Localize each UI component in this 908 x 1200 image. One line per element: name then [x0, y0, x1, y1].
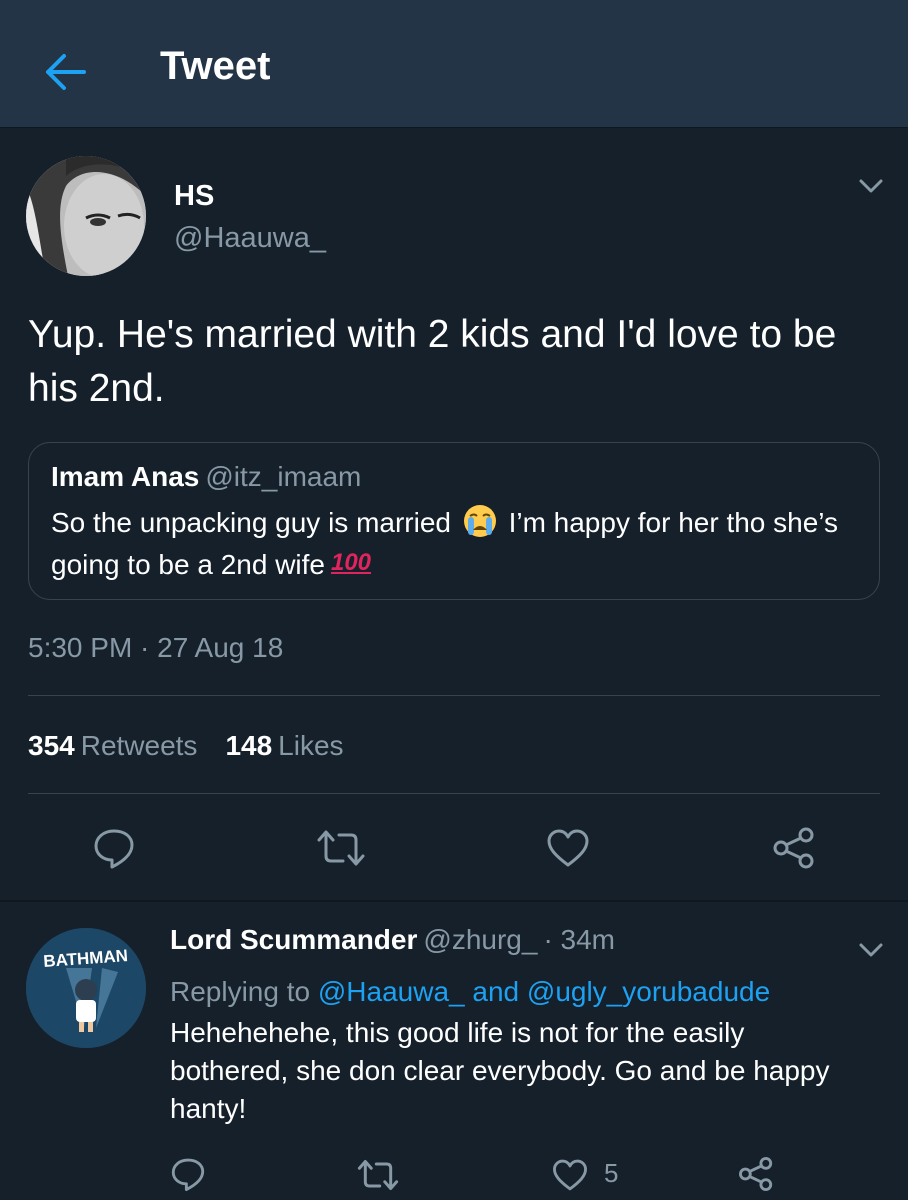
quoted-tweet-text: So the unpacking guy is married I’m happ… — [51, 503, 861, 585]
heart-icon[interactable] — [552, 1158, 588, 1192]
replying-and[interactable]: and — [472, 976, 519, 1007]
reply-header: Lord Scummander @zhurg_ · 34m — [170, 924, 615, 956]
reply-icon[interactable] — [170, 1156, 206, 1192]
tweet-screen: Tweet HS @Haauwa_ Yup. He's married with… — [0, 0, 908, 1200]
divider — [28, 695, 880, 696]
crying-face-emoji-icon — [463, 504, 497, 538]
author-handle[interactable]: @Haauwa_ — [174, 222, 326, 255]
reply-text: Hehehehehe, this good life is not for th… — [170, 1017, 830, 1124]
likes-count: 148 — [225, 730, 273, 761]
reply-author-handle[interactable]: @zhurg_ — [423, 924, 537, 955]
likes-label: Likes — [278, 730, 344, 761]
retweet-icon[interactable] — [356, 1158, 400, 1192]
hundred-points-emoji-icon: 100 — [330, 549, 372, 576]
reply-author-name[interactable]: Lord Scummander — [170, 924, 417, 955]
quoted-author-name: Imam Anas — [51, 461, 200, 492]
page-title: Tweet — [160, 44, 271, 88]
retweets-stat[interactable]: 354 Retweets — [28, 730, 197, 761]
retweets-count: 354 — [28, 730, 75, 761]
reply-avatar[interactable]: BATHMAN — [26, 928, 146, 1048]
share-icon[interactable] — [772, 826, 816, 870]
section-divider — [0, 900, 908, 902]
chevron-down-icon[interactable] — [858, 940, 884, 960]
author-display-name[interactable]: HS — [174, 180, 214, 213]
tweet-text: Yup. He's married with 2 kids and I'd lo… — [28, 313, 837, 410]
reply-time: · 34m — [543, 924, 616, 955]
quoted-author-handle: @itz_imaam — [205, 461, 362, 492]
quoted-tweet[interactable]: Imam Anas @itz_imaam So the unpacking guy… — [28, 442, 880, 600]
engagement-stats: 354 Retweets 148 Likes — [28, 730, 344, 762]
replying-to-label: Replying to — [170, 976, 311, 1007]
retweet-icon[interactable] — [315, 828, 367, 868]
avatar[interactable] — [26, 156, 146, 276]
quoted-tweet-header: Imam Anas @itz_imaam — [51, 461, 361, 493]
mention-link[interactable]: @ugly_yorubadude — [527, 976, 770, 1007]
reply-like-count: 5 — [604, 1158, 619, 1188]
divider — [28, 793, 880, 794]
mention-link[interactable]: @Haauwa_ — [318, 976, 465, 1007]
back-arrow-icon[interactable] — [44, 52, 88, 92]
heart-icon[interactable] — [546, 828, 590, 868]
tweet-timestamp: 5:30 PM · 27 Aug 18 — [28, 632, 284, 663]
retweets-label: Retweets — [80, 730, 198, 761]
share-icon[interactable] — [738, 1156, 774, 1192]
chevron-down-icon[interactable] — [858, 176, 884, 196]
likes-stat[interactable]: 148 Likes — [225, 730, 343, 761]
top-bar: Tweet — [0, 0, 908, 128]
replying-to-line: Replying to @Haauwa_ and @ugly_yorubadud… — [170, 976, 770, 1008]
reply-icon[interactable] — [92, 826, 136, 870]
quoted-text-part1: So the unpacking guy is married — [51, 507, 451, 538]
